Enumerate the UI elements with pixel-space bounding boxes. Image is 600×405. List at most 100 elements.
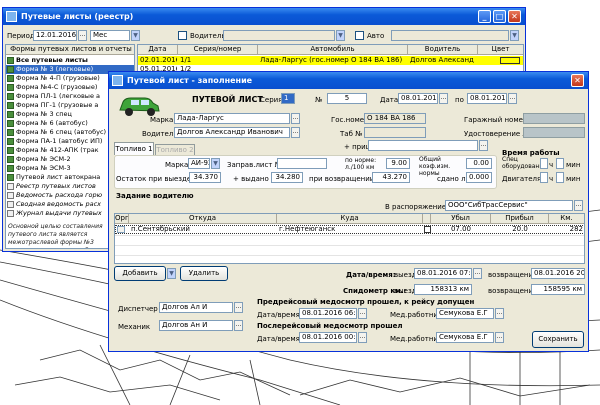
departure-picker-button[interactable]: … <box>473 268 482 279</box>
save-button[interactable]: Сохранить <box>532 331 584 348</box>
return-label: возвращение <box>488 271 538 279</box>
auto-filter-field[interactable] <box>391 30 509 41</box>
waybill-titlebar[interactable]: Путевой лист - заполнение ✕ <box>109 72 588 89</box>
route-cell[interactable]: 07.00 <box>433 225 489 234</box>
odo-out-field[interactable]: 158313 км <box>414 284 472 295</box>
minimize-button[interactable]: _ <box>478 10 491 23</box>
period-date-field[interactable]: 12.01.2016 <box>33 30 77 41</box>
add-route-dropdown-icon[interactable]: ▼ <box>167 268 176 279</box>
coef-field[interactable]: 0.00 <box>466 158 492 169</box>
table-cell[interactable]: Долгов Александ <box>410 56 477 65</box>
column-header[interactable]: Цвет <box>478 45 523 55</box>
driver-field[interactable]: Долгов Александр Иванович <box>174 127 290 138</box>
fuel-brand-select[interactable]: АИ-92 <box>188 158 210 169</box>
form-icon <box>7 66 14 73</box>
driver-checkbox[interactable] <box>178 31 187 40</box>
tree-item[interactable]: Все путевые листы <box>6 56 134 65</box>
post-med-dt-picker[interactable]: … <box>358 332 367 343</box>
route-cell[interactable]: г.Нефтеюганск <box>279 225 421 234</box>
tab-fuel-2[interactable]: Топливо 2 <box>155 144 195 155</box>
auto-checkbox[interactable] <box>355 31 364 40</box>
rest-out-field[interactable]: 34.370 <box>189 172 221 183</box>
pre-med-worker-select[interactable]: … <box>495 308 504 319</box>
dispatcher-select-button[interactable]: … <box>234 302 243 313</box>
route-empty-row <box>115 245 584 246</box>
period-date-picker[interactable]: … <box>78 30 87 41</box>
route-column-header[interactable]: Откуда <box>129 214 277 224</box>
org-select-button[interactable] <box>117 226 125 233</box>
issued-field[interactable]: 34.280 <box>271 172 303 183</box>
post-med-worker-field[interactable]: Семукова Е.Г <box>436 332 494 343</box>
delete-route-button[interactable]: Удалить <box>180 266 228 281</box>
table-cell[interactable]: Лада-Ларгус (гос.номер О 184 ВА 186) <box>260 56 407 65</box>
post-med-dt-field[interactable]: 08.01.2016 00:00 <box>299 332 357 343</box>
mechanic-select-button[interactable]: … <box>234 320 243 331</box>
pre-med-dt-picker[interactable]: … <box>358 308 367 319</box>
odo-back-field[interactable]: 158595 км <box>531 284 585 295</box>
series-field[interactable]: 1 <box>281 93 295 104</box>
norm-field[interactable]: 9.00 <box>386 158 410 169</box>
return-field[interactable]: 08.01.2016 20:00 <box>531 268 585 279</box>
maximize-button[interactable]: □ <box>493 10 506 23</box>
route-cell[interactable]: п.Сентябрьский <box>131 225 275 234</box>
dispose-field[interactable]: ООО"СибТрасСервис" <box>445 200 573 211</box>
route-column-header[interactable]: Куда <box>277 214 423 224</box>
column-header[interactable]: Автомобиль <box>258 45 408 55</box>
column-header[interactable]: Водитель <box>408 45 478 55</box>
pre-med-dt-field[interactable]: 08.01.2016 06:00 <box>299 308 357 319</box>
route-column-header[interactable]: Убыл <box>431 214 491 224</box>
number-field[interactable]: 5 <box>327 93 367 104</box>
register-titlebar[interactable]: Путевые листы (реестр) _ □ ✕ <box>3 8 525 25</box>
spec-min-field[interactable] <box>556 158 564 169</box>
period-unit-dropdown-icon[interactable]: ▼ <box>131 30 140 41</box>
close-button[interactable]: ✕ <box>508 10 521 23</box>
add-route-button[interactable]: Добавить <box>114 266 166 281</box>
rest-back-field[interactable]: 43.270 <box>372 172 410 183</box>
dispatcher-field[interactable]: Долгов Ал И <box>159 302 233 313</box>
pre-med-worker-field[interactable]: Семукова Е.Г <box>436 308 494 319</box>
column-header[interactable]: Серия/номер <box>178 45 258 55</box>
driver-filter-dropdown-icon[interactable]: ▼ <box>336 30 345 41</box>
odo-back-label: возвращение <box>488 287 538 295</box>
mechanic-field[interactable]: Долгов Ан И <box>159 320 233 331</box>
date-picker-button[interactable]: … <box>439 93 448 104</box>
waybill-close-button[interactable]: ✕ <box>571 74 584 87</box>
engine-hours-field[interactable] <box>540 172 548 183</box>
driver-select-button[interactable]: … <box>291 127 300 138</box>
route-column-header[interactable] <box>423 214 431 224</box>
route-cell[interactable]: 20.0 <box>493 225 547 234</box>
tab-fuel-1[interactable]: Топливо 1 <box>114 142 154 155</box>
form-icon <box>7 111 14 118</box>
brand-select-button[interactable]: … <box>291 113 300 124</box>
departure-field[interactable]: 08.01.2016 07:00 <box>414 268 472 279</box>
to-date-picker-button[interactable]: … <box>508 93 517 104</box>
post-med-worker-select[interactable]: … <box>495 332 504 343</box>
auto-filter-dropdown-icon[interactable]: ▼ <box>510 30 519 41</box>
table-cell[interactable]: 1/1 <box>180 56 257 65</box>
form-icon <box>7 129 14 136</box>
dispose-select-button[interactable]: … <box>574 200 583 211</box>
tab-number-field <box>364 127 426 138</box>
date-field[interactable]: 08.01.2016 <box>398 93 438 104</box>
route-cell[interactable]: 282 <box>551 225 583 234</box>
route-column-header[interactable]: Орг <box>115 214 129 224</box>
spec-hours-unit: ч <box>549 161 554 169</box>
fuel-brand-dropdown-icon[interactable]: ▼ <box>211 158 220 169</box>
driver-filter-field[interactable] <box>223 30 335 41</box>
route-column-header[interactable]: Прибыл <box>491 214 549 224</box>
column-header[interactable]: Дата <box>138 45 178 55</box>
to-date-field[interactable]: 08.01.2016 <box>467 93 507 104</box>
tree-item-label: Форма ПА-1 (автобус ИП) <box>16 137 103 145</box>
route-column-header[interactable]: Км. <box>549 214 584 224</box>
trailer-select-button[interactable]: … <box>479 140 488 151</box>
brand-field[interactable]: Лада-Ларгус <box>174 113 290 124</box>
spec-hours-field[interactable] <box>540 158 548 169</box>
returned-field[interactable]: 0.000 <box>466 172 492 183</box>
tree-item-label: Журнал выдачи путевых <box>16 209 102 217</box>
engine-min-field[interactable] <box>556 172 564 183</box>
table-cell[interactable]: 02.01.2016 <box>140 56 177 65</box>
trailer-field[interactable] <box>368 140 478 151</box>
route-select-button[interactable] <box>424 226 431 233</box>
refuel-field[interactable] <box>277 158 327 169</box>
period-unit-select[interactable]: Мес <box>90 30 130 41</box>
